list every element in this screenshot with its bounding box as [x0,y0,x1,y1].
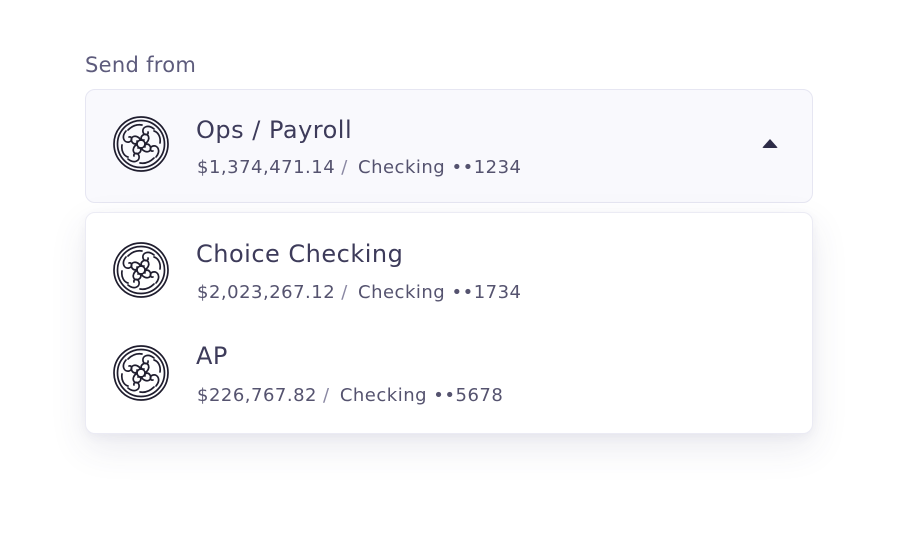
account-separator: / [341,157,348,178]
account-mask: ••1734 [451,282,522,303]
account-mask: ••1234 [451,157,522,178]
account-details: $1,374,471.14/ Checking ••1234 [197,156,522,180]
account-type: Checking [358,157,446,178]
account-selector[interactable]: Ops / Payroll $1,374,471.14/ Checking ••… [85,89,813,203]
account-details: $2,023,267.12/ Checking ••1734 [197,281,522,305]
account-seal-icon [112,344,170,402]
account-balance: $226,767.82 [197,385,318,406]
dropdown-option-choice-checking[interactable]: Choice Checking $2,023,267.12/ Checking … [86,225,812,321]
account-seal-icon [112,241,170,299]
account-mask: ••5678 [433,385,504,406]
account-balance: $1,374,471.14 [197,157,336,178]
account-name: Ops / Payroll [196,116,353,144]
account-name: Choice Checking [196,240,404,268]
account-details: $226,767.82/ Checking ••5678 [197,384,503,408]
account-type: Checking [358,282,446,303]
dropdown-option-ap[interactable]: AP $226,767.82/ Checking ••5678 [86,329,812,425]
account-dropdown-menu: Choice Checking $2,023,267.12/ Checking … [85,212,813,434]
account-balance: $2,023,267.12 [197,282,336,303]
account-separator: / [341,282,348,303]
caret-up-icon[interactable] [762,139,778,148]
selected-account: Ops / Payroll $1,374,471.14/ Checking ••… [86,100,812,196]
account-seal-icon [112,115,170,173]
account-name: AP [196,342,228,370]
account-separator: / [323,385,330,406]
account-type: Checking [339,385,428,406]
send-from-label: Send from [85,53,197,77]
